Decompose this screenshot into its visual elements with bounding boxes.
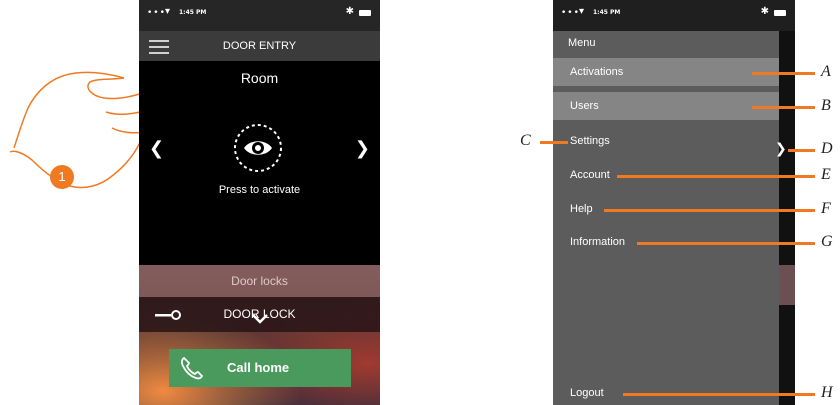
page-title: DOOR ENTRY <box>222 40 297 52</box>
callout-label-a: A <box>821 63 831 80</box>
menu-item-label: Help <box>570 203 593 215</box>
menu-item-label: Account <box>570 169 610 181</box>
menu-item-logout[interactable]: Logout <box>553 379 779 405</box>
status-time: 1:45 PM <box>593 9 621 16</box>
phone-handset-icon <box>181 356 204 380</box>
menu-item-label: Settings <box>570 135 610 147</box>
status-bar: ••• ▾ 1:45 PM ✱ <box>553 0 795 31</box>
menu-item-activations[interactable]: Activations <box>553 58 779 86</box>
menu-screen: ••• ▾ 1:45 PM ✱ Menu Activations Users S… <box>553 0 795 405</box>
call-home-label: Call home <box>227 360 290 375</box>
bluetooth-icon: ✱ <box>345 6 354 17</box>
app-bar: DOOR ENTRY <box>139 31 380 61</box>
call-home-button[interactable]: Call home <box>169 349 351 387</box>
callout-label-b: B <box>821 97 831 114</box>
callout-label-c: C <box>520 132 531 149</box>
callout-line-a <box>752 72 815 75</box>
step-number-badge: 1 <box>50 165 74 189</box>
room-title: Room <box>240 70 279 86</box>
activate-camera-button[interactable] <box>232 122 284 174</box>
menu-item-settings[interactable]: Settings <box>553 127 779 155</box>
door-entry-screen: ••• ▾ 1:45 PM ✱ DOOR ENTRY Room ❮ ❯ Pres… <box>139 0 380 405</box>
previous-room-arrow[interactable]: ❮ <box>149 138 164 159</box>
next-room-arrow[interactable]: ❯ <box>355 138 370 159</box>
door-locks-header: Door locks <box>139 265 380 297</box>
menu-item-users[interactable]: Users <box>553 92 779 120</box>
callout-label-d: D <box>821 140 833 157</box>
callout-line-h <box>623 393 815 396</box>
door-locks-title: Door locks <box>231 274 288 288</box>
battery-icon <box>359 10 371 16</box>
callout-line-c <box>540 141 568 144</box>
menu-item-label: Activations <box>570 66 624 78</box>
callout-label-g: G <box>821 233 833 250</box>
menu-title: Menu <box>568 37 596 49</box>
underlying-screen-band <box>779 265 795 305</box>
callout-label-h: H <box>821 384 833 401</box>
menu-item-label: Information <box>570 236 626 248</box>
bluetooth-icon: ✱ <box>760 6 769 17</box>
callout-line-e <box>617 175 815 178</box>
logout-label: Logout <box>570 387 604 399</box>
menu-item-label: Users <box>570 100 599 112</box>
activate-label: Press to activate <box>218 184 301 196</box>
callout-label-e: E <box>821 166 831 183</box>
signal-dots: ••• <box>147 8 166 18</box>
wifi-icon: ▾ <box>165 6 171 17</box>
callout-line-f <box>604 209 815 212</box>
signal-dots: ••• <box>561 8 580 18</box>
status-bar: ••• ▾ 1:45 PM ✱ <box>139 0 380 31</box>
chevron-right-icon[interactable]: ❯ <box>775 141 787 157</box>
wifi-icon: ▾ <box>579 6 585 17</box>
status-time: 1:45 PM <box>179 9 207 16</box>
callout-line-b <box>752 106 815 109</box>
chevron-down-icon[interactable] <box>250 312 270 326</box>
callout-label-f: F <box>821 200 831 217</box>
battery-icon <box>774 10 786 16</box>
callout-line-d <box>788 149 815 152</box>
callout-line-g <box>637 242 815 245</box>
underlying-screen-edge <box>779 31 795 405</box>
